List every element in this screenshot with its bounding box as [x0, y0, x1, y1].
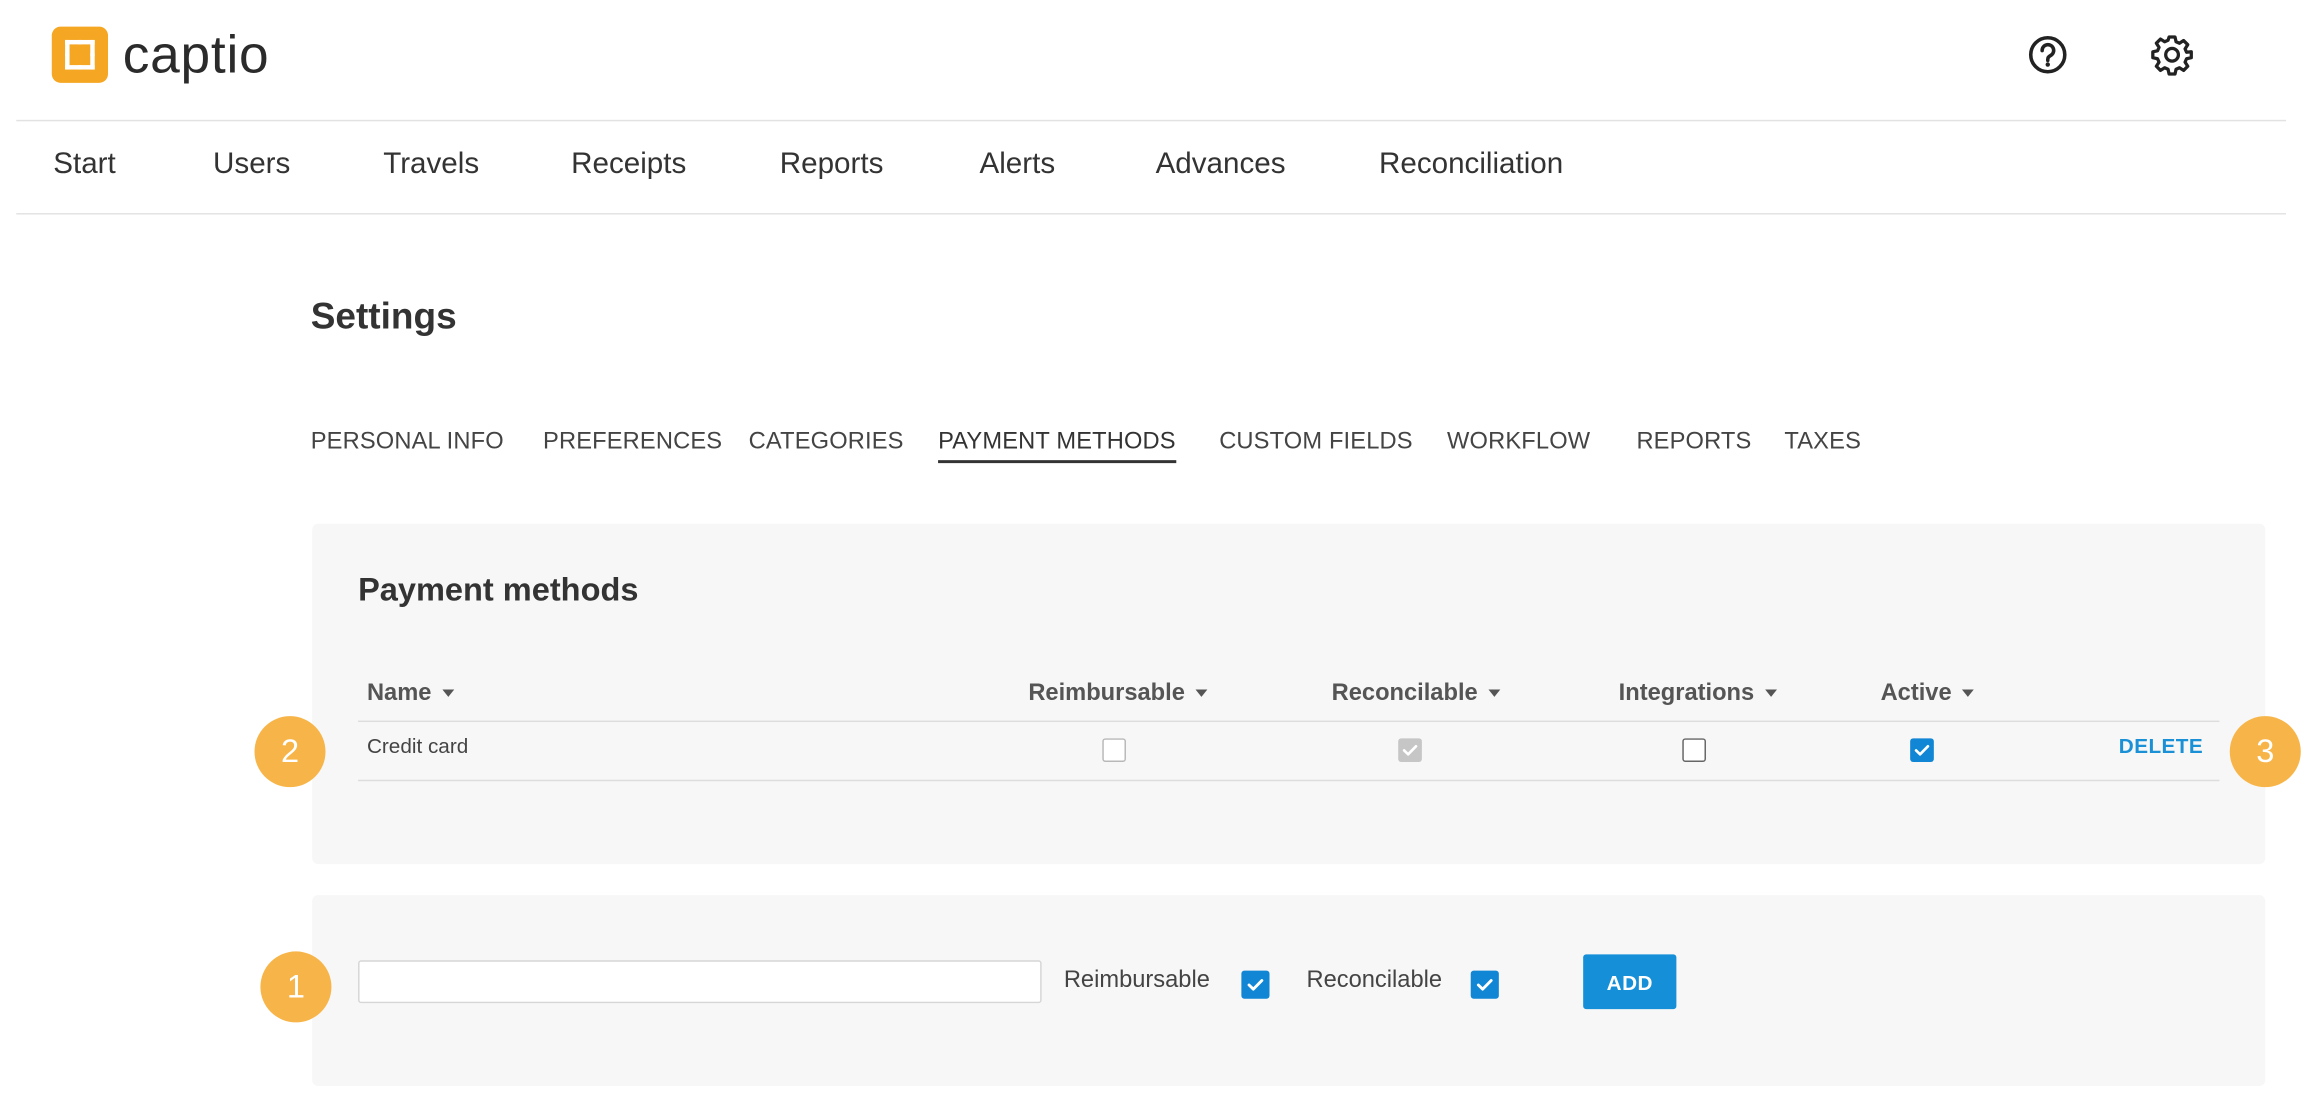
checkmark-icon: [1402, 744, 1418, 756]
annotation-badge-2: 2: [254, 716, 326, 788]
column-header-reconcilable[interactable]: Reconcilable: [1332, 681, 1500, 708]
reimbursable-label: Reimbursable: [1063, 967, 1210, 993]
captio-logo[interactable]: captio: [51, 23, 270, 85]
sort-caret-icon: [1195, 689, 1208, 698]
nav-item-advances[interactable]: Advances: [1156, 148, 1286, 182]
reimbursable-checkbox[interactable]: [1102, 738, 1126, 762]
nav-item-travels[interactable]: Travels: [383, 148, 479, 182]
header-divider: [16, 119, 2286, 122]
annotation-badge-1: 1: [260, 951, 332, 1023]
app-root: captio Start Users Travels Receipts Repo…: [0, 0, 2320, 1107]
add-reimbursable-checkbox[interactable]: [1241, 970, 1270, 999]
tab-personal-info[interactable]: PERSONAL INFO: [311, 429, 504, 456]
checkmark-icon: [1247, 979, 1264, 991]
help-icon[interactable]: [2026, 33, 2070, 77]
checkmark-icon: [1914, 744, 1930, 756]
nav-item-reconciliation[interactable]: Reconciliation: [1379, 148, 1563, 182]
column-header-name[interactable]: Name: [367, 681, 454, 708]
nav-item-receipts[interactable]: Receipts: [571, 148, 686, 182]
payment-methods-title: Payment methods: [358, 571, 639, 609]
payment-method-name: Credit card: [366, 733, 469, 758]
column-header-reimbursable[interactable]: Reimbursable: [1028, 681, 1208, 708]
tab-custom-fields[interactable]: CUSTOM FIELDS: [1219, 429, 1413, 456]
annotation-badge-3: 3: [2229, 716, 2301, 788]
nav-item-reports[interactable]: Reports: [780, 148, 884, 182]
add-reconcilable-checkbox[interactable]: [1470, 970, 1499, 999]
sort-caret-icon: [1488, 689, 1500, 698]
payment-method-name-input[interactable]: [358, 960, 1042, 1004]
tab-taxes[interactable]: TAXES: [1784, 429, 1861, 456]
column-header-active[interactable]: Active: [1881, 681, 1974, 708]
column-header-integrations[interactable]: Integrations: [1619, 681, 1777, 708]
logo-text: captio: [122, 23, 270, 85]
reconcilable-label: Reconcilable: [1306, 967, 1443, 993]
tab-payment-methods[interactable]: PAYMENT METHODS: [938, 429, 1176, 464]
table-header-divider: [358, 720, 2220, 723]
logo-mark-icon: [51, 26, 109, 83]
tab-categories[interactable]: CATEGORIES: [749, 429, 904, 456]
active-checkbox[interactable]: [1910, 738, 1934, 762]
gear-icon[interactable]: [2150, 33, 2194, 77]
nav-divider: [16, 213, 2286, 215]
reconcilable-checkbox[interactable]: [1398, 738, 1422, 762]
tab-workflow[interactable]: WORKFLOW: [1447, 429, 1590, 456]
delete-button[interactable]: DELETE: [2119, 734, 2203, 758]
nav-item-start[interactable]: Start: [53, 148, 116, 182]
nav-item-alerts[interactable]: Alerts: [979, 148, 1055, 182]
integrations-checkbox[interactable]: [1682, 738, 1706, 762]
table-row-divider: [358, 779, 2220, 782]
page-title: Settings: [310, 295, 457, 338]
nav-item-users[interactable]: Users: [213, 148, 290, 182]
checkmark-icon: [1476, 979, 1493, 991]
add-button[interactable]: ADD: [1583, 954, 1677, 1010]
sort-caret-icon: [1764, 689, 1777, 698]
tab-reports[interactable]: REPORTS: [1636, 429, 1751, 456]
sort-caret-icon: [441, 689, 454, 698]
sort-caret-icon: [1961, 689, 1974, 698]
tab-preferences[interactable]: PREFERENCES: [543, 429, 722, 456]
